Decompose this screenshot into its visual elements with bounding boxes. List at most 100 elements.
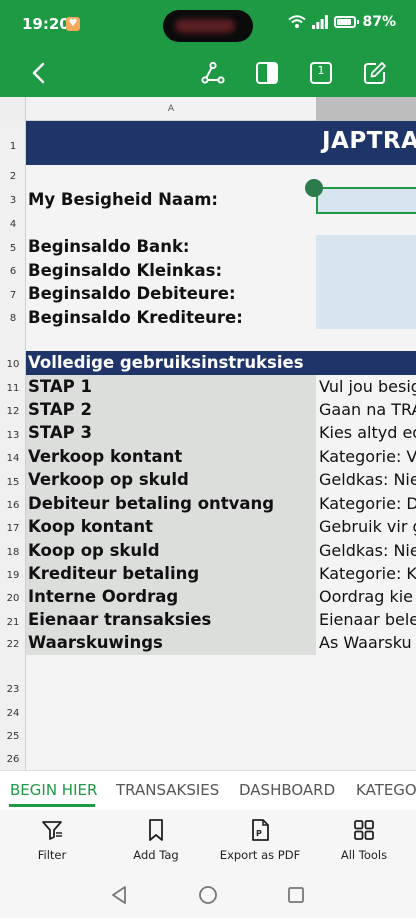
- status-indicators: 87%: [288, 14, 396, 30]
- share-nodes-icon[interactable]: [200, 60, 226, 86]
- cell-area[interactable]: JAPTRA My Besigheid Naam: Beginsaldo Ban…: [26, 121, 416, 770]
- camera-cutout: [163, 10, 253, 42]
- step-desc: Gebruik vir g: [319, 517, 416, 536]
- nav-back-icon[interactable]: [108, 884, 130, 906]
- step-label: STAP 1: [28, 377, 92, 396]
- edit-icon[interactable]: [362, 60, 388, 86]
- row-number[interactable]: 22: [0, 639, 26, 650]
- row-number[interactable]: 25: [0, 731, 26, 742]
- step-label: Koop op skuld: [28, 541, 160, 560]
- wifi-icon: [288, 15, 307, 28]
- step-label: Waarskuwings: [28, 633, 163, 652]
- instructions-header-band: Volledige gebruiksinstruksies: [26, 351, 416, 375]
- pdf-file-icon: P: [252, 819, 269, 841]
- selection-handle[interactable]: [305, 179, 323, 197]
- all-tools-button[interactable]: All Tools: [314, 818, 414, 862]
- row-number[interactable]: 4: [0, 219, 26, 230]
- step-desc: Oordrag kie: [319, 587, 414, 606]
- tab-transaksies[interactable]: TRANSAKSIES: [116, 781, 219, 799]
- select-all-corner[interactable]: [0, 97, 26, 121]
- add-tag-label: Add Tag: [133, 848, 179, 862]
- row-number[interactable]: 12: [0, 406, 26, 417]
- title-band: JAPTRA: [26, 121, 416, 165]
- filter-button[interactable]: Filter: [2, 818, 102, 862]
- row-number[interactable]: 1: [0, 141, 26, 152]
- row-number[interactable]: 5: [0, 243, 26, 254]
- status-bar: 19:20 ♥ 87%: [0, 0, 416, 48]
- column-a-header[interactable]: A: [26, 97, 316, 121]
- step-label: Koop kontant: [28, 517, 153, 536]
- step-desc: Kategorie: K: [319, 564, 416, 583]
- sheet-count-button[interactable]: 1: [308, 60, 334, 86]
- step-desc: Kies altyd eo: [319, 423, 416, 442]
- row-number[interactable]: 10: [0, 359, 26, 370]
- status-time: 19:20: [22, 15, 70, 33]
- step-label: Verkoop op skuld: [28, 470, 189, 489]
- row-number[interactable]: 23: [0, 684, 26, 695]
- step-desc: As Waarsku: [319, 633, 412, 652]
- row-number[interactable]: 7: [0, 290, 26, 301]
- filter-icon: [42, 821, 62, 840]
- step-label: Eienaar transaksies: [28, 610, 212, 629]
- balance-input-cells[interactable]: [316, 235, 416, 329]
- step-desc: Gaan na TRA: [319, 400, 416, 419]
- step-desc: Kategorie: V: [319, 447, 416, 466]
- row-number[interactable]: 8: [0, 313, 26, 324]
- sheet-title: JAPTRA: [322, 128, 416, 154]
- row-number[interactable]: 26: [0, 754, 26, 765]
- top-bar: 19:20 ♥ 87% 1: [0, 0, 416, 97]
- grid-tools-icon: [354, 820, 374, 840]
- step-label: STAP 3: [28, 423, 92, 442]
- tab-dashboard[interactable]: DASHBOARD: [239, 781, 335, 799]
- step-desc: Vul jou besig: [319, 377, 416, 396]
- row-number[interactable]: 3: [0, 195, 26, 206]
- row-number[interactable]: 14: [0, 453, 26, 464]
- app-bar: 1: [0, 48, 416, 97]
- svg-text:P: P: [256, 829, 262, 838]
- bookmark-icon: [149, 819, 163, 841]
- balance-label-bank: Beginsaldo Bank:: [28, 237, 190, 256]
- row-number[interactable]: 6: [0, 266, 26, 277]
- back-arrow-icon[interactable]: [26, 60, 52, 86]
- sheet-tabs: BEGIN HIER TRANSAKSIES DASHBOARD KATEGO: [0, 770, 416, 810]
- all-tools-label: All Tools: [340, 848, 388, 862]
- row-number[interactable]: 2: [0, 171, 26, 182]
- export-pdf-button[interactable]: P Export as PDF: [210, 818, 310, 862]
- row-number[interactable]: 20: [0, 593, 26, 604]
- nav-recents-icon[interactable]: [285, 884, 307, 906]
- spreadsheet-grid[interactable]: A 1 2 3 4 5 6 7 8 10 11 12 13 14 15 16 1…: [0, 97, 416, 770]
- export-pdf-label: Export as PDF: [219, 848, 301, 862]
- row-number[interactable]: 18: [0, 547, 26, 558]
- row-number[interactable]: 17: [0, 523, 26, 534]
- business-name-label: My Besigheid Naam:: [28, 190, 218, 209]
- sheet-count-label: 1: [317, 64, 325, 77]
- row-number[interactable]: 16: [0, 500, 26, 511]
- row-number[interactable]: 11: [0, 383, 26, 394]
- column-header-row: A: [0, 97, 416, 121]
- row-number[interactable]: 21: [0, 617, 26, 628]
- battery-percent: 87%: [362, 14, 396, 30]
- add-tag-button[interactable]: Add Tag: [106, 818, 206, 862]
- row-number[interactable]: 15: [0, 477, 26, 488]
- business-name-input[interactable]: [316, 187, 416, 214]
- step-desc: Kategorie: D: [319, 494, 416, 513]
- row-number[interactable]: 24: [0, 708, 26, 719]
- balance-label-krediteure: Beginsaldo Krediteure:: [28, 308, 243, 327]
- tab-katego[interactable]: KATEGO: [356, 781, 416, 799]
- balance-label-debiteure: Beginsaldo Debiteure:: [28, 284, 236, 303]
- row-number[interactable]: 13: [0, 430, 26, 441]
- tab-begin-hier[interactable]: BEGIN HIER: [10, 781, 97, 799]
- column-b-header[interactable]: [316, 97, 416, 121]
- step-label: Interne Oordrag: [28, 587, 179, 606]
- split-view-icon[interactable]: [254, 60, 280, 86]
- signal-icon: [312, 15, 329, 29]
- instructions-title: Volledige gebruiksinstruksies: [28, 353, 304, 372]
- balance-label-kleinkas: Beginsaldo Kleinkas:: [28, 261, 223, 280]
- row-number-column: 1 2 3 4 5 6 7 8 10 11 12 13 14 15 16 17 …: [0, 121, 26, 770]
- step-label: Verkoop kontant: [28, 447, 183, 466]
- row-number[interactable]: 19: [0, 570, 26, 581]
- bottom-toolbar: Filter Add Tag P Export as PDF All Tools: [0, 810, 416, 872]
- step-label: Krediteur betaling: [28, 564, 200, 583]
- nav-home-icon[interactable]: [197, 884, 219, 906]
- system-nav-bar: [0, 872, 416, 918]
